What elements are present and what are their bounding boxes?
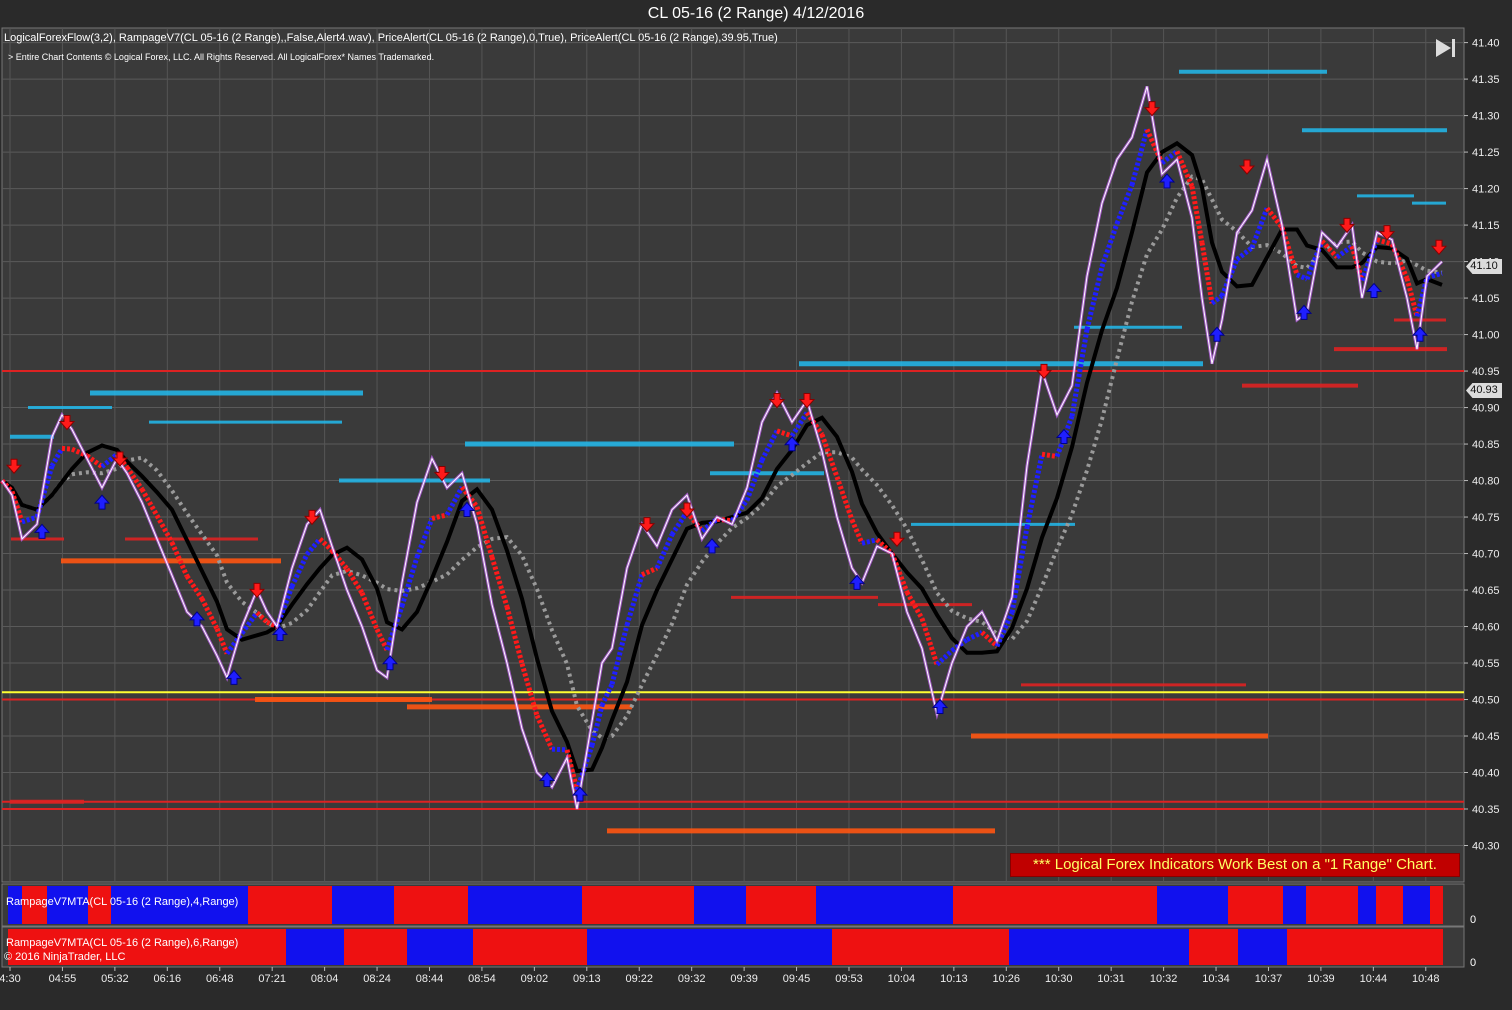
x-tick-label: 4:30 [0, 973, 21, 985]
mta-panel-4-block [1403, 886, 1430, 924]
y-tick-label: 40.35 [1472, 804, 1500, 816]
mta-panel-4-block [468, 886, 582, 924]
y-tick-label: 40.95 [1472, 366, 1500, 378]
y-tick-label: 41.00 [1472, 330, 1500, 342]
mta-panel-4-block [582, 886, 694, 924]
mta-panel-4-block [953, 886, 1157, 924]
y-tick-label: 40.75 [1472, 512, 1500, 524]
mta-panel-4-block [746, 886, 816, 924]
x-tick-label: 10:30 [1045, 973, 1073, 985]
mta-panel-4-block [1157, 886, 1228, 924]
mta-panel-4-block [1228, 886, 1283, 924]
x-tick-label: 08:44 [416, 973, 444, 985]
x-tick-label: 10:32 [1150, 973, 1178, 985]
momentum-ribbon-segment [551, 746, 568, 753]
y-tick-label: 40.60 [1472, 622, 1500, 634]
x-tick-label: 10:37 [1255, 973, 1283, 985]
y-tick-label: 41.30 [1472, 111, 1500, 123]
y-tick-label: 40.65 [1472, 585, 1500, 597]
ninjatrader-copyright: © 2016 NinjaTrader, LLC [4, 951, 126, 963]
indicator-list: LogicalForexFlow(3,2), RampageV7(CL 05-1… [4, 32, 778, 44]
x-tick-label: 10:44 [1360, 973, 1388, 985]
mta-panel-6-block [344, 929, 407, 965]
mta-panel-6-block [1238, 929, 1287, 965]
y-tick-label: 40.85 [1472, 439, 1500, 451]
last-price-marker: 41.10 [1466, 259, 1502, 274]
y-tick-label: 41.35 [1472, 74, 1500, 86]
y-tick-label: 40.45 [1472, 731, 1500, 743]
x-tick-label: 04:55 [49, 973, 77, 985]
mta-panel-6-block [473, 929, 587, 965]
x-tick-label: 05:32 [101, 973, 129, 985]
plot-area [1, 27, 1465, 883]
x-tick-label: 08:54 [468, 973, 496, 985]
x-tick-label: 09:45 [783, 973, 811, 985]
panel1-label: RampageV7MTA(CL 05-16 (2 Range),4,Range) [6, 896, 239, 908]
x-tick-label: 10:31 [1097, 973, 1125, 985]
x-tick-label: 06:48 [206, 973, 234, 985]
y-tick-label: 41.40 [1472, 38, 1500, 50]
chart-copyright: > Entire Chart Contents © Logical Forex,… [8, 52, 435, 62]
x-tick-label: 08:24 [363, 973, 391, 985]
y-tick-label: 40.90 [1472, 403, 1500, 415]
mta-panel-6-block [587, 929, 832, 965]
notice-banner: *** Logical Forex Indicators Work Best o… [1010, 853, 1460, 877]
y-tick-label: 40.55 [1472, 658, 1500, 670]
mta-panel-6-block [832, 929, 1009, 965]
y-tick-label: 40.30 [1472, 841, 1500, 853]
x-tick-label: 06:16 [154, 973, 182, 985]
y-tick-label: 41.15 [1472, 220, 1500, 232]
mta-panel-4-block [1376, 886, 1403, 924]
x-tick-label: 10:39 [1307, 973, 1335, 985]
mta-panel-4-block [1430, 886, 1443, 924]
x-tick-label: 10:04 [888, 973, 916, 985]
mta-panel-6-block [1287, 929, 1443, 965]
mta-panel-6-block [1189, 929, 1238, 965]
x-tick-label: 09:22 [625, 973, 653, 985]
x-tick-label: 09:53 [835, 973, 863, 985]
mta-panel-4-block [1306, 886, 1358, 924]
y-tick-label: 41.20 [1472, 184, 1500, 196]
panel1-zero-label: 0 [1470, 914, 1477, 926]
y-tick-label: 40.70 [1472, 549, 1500, 561]
mta-panel-4-block [394, 886, 468, 924]
mta-panel-6-block [286, 929, 344, 965]
y-tick-label: 40.50 [1472, 695, 1500, 707]
y-tick-label: 40.80 [1472, 476, 1500, 488]
mta-panel-6-block [407, 929, 473, 965]
x-tick-label: 09:13 [573, 973, 601, 985]
y-tick-label: 41.05 [1472, 293, 1500, 305]
x-tick-label: 10:48 [1412, 973, 1440, 985]
y-tick-label: 40.40 [1472, 768, 1500, 780]
x-tick-label: 08:04 [311, 973, 339, 985]
mta-panel-4-block [694, 886, 746, 924]
panel2-zero-label: 0 [1470, 957, 1477, 969]
y-tick-label: 41.25 [1472, 147, 1500, 159]
mta-panel-4-block [816, 886, 953, 924]
x-tick-label: 09:02 [521, 973, 549, 985]
x-tick-label: 10:34 [1202, 973, 1230, 985]
x-tick-label: 09:39 [730, 973, 758, 985]
mta-panel-4-block [1283, 886, 1306, 924]
x-tick-label: 10:26 [993, 973, 1021, 985]
x-tick-label: 09:32 [678, 973, 706, 985]
x-tick-label: 07:21 [258, 973, 286, 985]
x-tick-label: 10:13 [940, 973, 968, 985]
mta-panel-4-block [248, 886, 332, 924]
mta-panel-6-block [1009, 929, 1189, 965]
alert-price-marker: 40.93 [1466, 383, 1502, 398]
skip-to-end-icon[interactable] [1434, 37, 1458, 59]
mta-panel-4-block [332, 886, 394, 924]
panel2-label: RampageV7MTA(CL 05-16 (2 Range),6,Range) [6, 937, 239, 949]
mta-panel-4-block [1358, 886, 1376, 924]
